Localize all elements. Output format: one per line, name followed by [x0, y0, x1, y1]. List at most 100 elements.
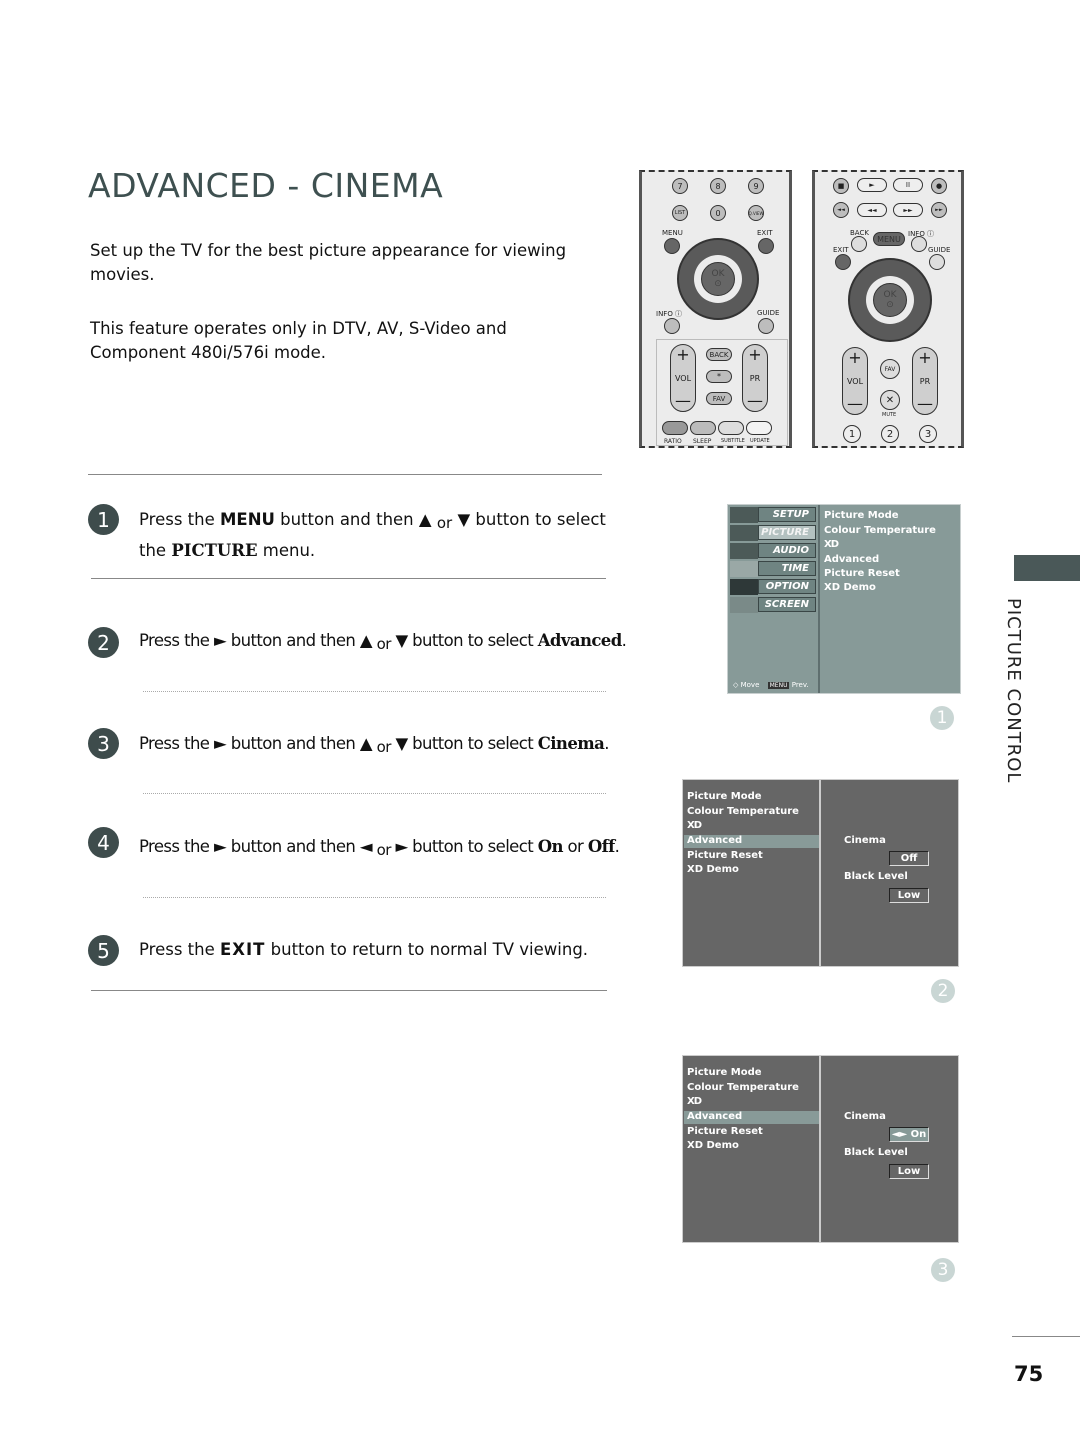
- fav-key: FAV: [880, 359, 900, 379]
- step-1-text: Press the MENU button and then ▲ or ▼ bu…: [139, 504, 606, 536]
- tab-setup[interactable]: SETUP: [730, 507, 817, 523]
- menu-item-xd-demo[interactable]: XD Demo: [824, 582, 876, 593]
- black-level-value[interactable]: Low: [889, 888, 929, 903]
- step-number-2: 2: [88, 627, 119, 658]
- menu-item-picture-mode[interactable]: Picture Mode: [824, 510, 899, 521]
- menu-item-xd[interactable]: XD: [687, 1096, 702, 1107]
- text: .: [614, 837, 620, 856]
- picture-menu-label: PICTURE: [171, 541, 258, 560]
- osd-advanced-menu-on: Picture Mode Colour Temperature XD Advan…: [682, 1055, 820, 1243]
- step-2-text: Press the ► button and then ▲ or ▼ butto…: [139, 625, 627, 657]
- menu-item-xd[interactable]: XD: [687, 820, 702, 831]
- step-1-text-line2: the PICTURE menu.: [139, 535, 315, 566]
- section-label: PICTURE CONTROL: [1003, 598, 1024, 784]
- info-key: [664, 318, 680, 334]
- programme-rocker: + PR —: [742, 344, 768, 412]
- page-number-rule: [1012, 1336, 1080, 1337]
- down-arrow-icon: ▼: [395, 734, 408, 753]
- update-key: [746, 421, 772, 435]
- right-arrow-icon: ►: [214, 631, 227, 650]
- text: or: [376, 738, 392, 756]
- key-7: 7: [672, 178, 688, 194]
- menu-item-picture-mode[interactable]: Picture Mode: [687, 1067, 762, 1078]
- stop-key: ■: [833, 178, 849, 194]
- tab-label: SETUP: [758, 507, 816, 522]
- rewind-key: ◄◄: [857, 203, 887, 217]
- move-hint: ◇ Move: [733, 681, 760, 689]
- cinema-label: Cinema: [537, 734, 605, 753]
- screen-thumbnail-icon: [730, 597, 758, 613]
- menu-item-picture-reset[interactable]: Picture Reset: [687, 1126, 763, 1137]
- menu-item-xd-demo[interactable]: XD Demo: [687, 864, 739, 875]
- back-key: [851, 236, 867, 252]
- step-3-text: Press the ► button and then ▲ or ▼ butto…: [139, 728, 609, 760]
- menu-item-advanced[interactable]: Advanced: [687, 1111, 742, 1122]
- vol-label: VOL: [846, 376, 864, 386]
- ok-key: OK ⊙: [873, 283, 907, 317]
- up-arrow-icon: ▲: [418, 510, 432, 529]
- key-0: 0: [710, 205, 726, 221]
- text: button and then: [226, 631, 360, 650]
- tab-label: TIME: [758, 561, 816, 576]
- minus-icon: —: [917, 394, 933, 413]
- menu-item-xd-demo[interactable]: XD Demo: [687, 1140, 739, 1151]
- subtitle-key: [718, 421, 744, 435]
- option-thumbnail-icon: [730, 579, 758, 595]
- osd-advanced-menu-off: Picture Mode Colour Temperature XD Advan…: [682, 779, 820, 967]
- picture-thumbnail-icon: [730, 525, 758, 541]
- key-3: 3: [919, 425, 937, 443]
- time-thumbnail-icon: [730, 561, 758, 577]
- plus-icon: +: [676, 345, 690, 364]
- mute-icon: ✕: [880, 390, 900, 410]
- osd-advanced-submenu-on: Cinema ◄► On Black Level Low: [820, 1055, 959, 1243]
- star-key: *: [706, 370, 732, 383]
- dotted-divider: [143, 793, 606, 794]
- right-arrow-icon: ►: [395, 837, 408, 856]
- text: or: [436, 514, 453, 532]
- right-arrow-icon: ►: [214, 837, 227, 856]
- cinema-value[interactable]: ◄► On: [889, 1127, 929, 1142]
- menu-item-picture-reset[interactable]: Picture Reset: [824, 568, 900, 579]
- menu-item-picture-mode[interactable]: Picture Mode: [687, 791, 762, 802]
- ok-label: OK: [711, 269, 725, 279]
- tab-time[interactable]: TIME: [730, 561, 817, 577]
- step-5-text: Press the EXIT button to return to norma…: [139, 934, 588, 965]
- exit-label: EXIT: [833, 246, 849, 254]
- plus-icon: +: [748, 345, 762, 364]
- menu-key-badge: MENU: [767, 682, 790, 689]
- skip-forward-key: ►►: [931, 202, 947, 218]
- text: button to select: [470, 510, 606, 529]
- menu-item-advanced[interactable]: Advanced: [824, 554, 879, 565]
- osd-menu-tabs: SETUP PICTURE AUDIO TIME OPTION SCREEN ◇…: [728, 505, 820, 693]
- menu-item-colour-temperature[interactable]: Colour Temperature: [687, 806, 799, 817]
- tab-option[interactable]: OPTION: [730, 579, 817, 595]
- menu-item-colour-temperature[interactable]: Colour Temperature: [687, 1082, 799, 1093]
- text: .: [604, 734, 609, 753]
- dotted-divider: [143, 897, 606, 898]
- tab-screen[interactable]: SCREEN: [730, 597, 817, 613]
- exit-label: EXIT: [757, 229, 773, 237]
- subtitle-label: SUBTITLE: [721, 438, 745, 444]
- black-level-value[interactable]: Low: [889, 1164, 929, 1179]
- figure-number-2: 2: [931, 979, 955, 1003]
- menu-item-picture-reset[interactable]: Picture Reset: [687, 850, 763, 861]
- pr-label: PR: [749, 373, 761, 383]
- guide-key: [758, 318, 774, 334]
- tab-label: AUDIO: [758, 543, 816, 558]
- text: button to select: [407, 837, 538, 856]
- tab-label: SCREEN: [758, 597, 816, 612]
- tab-audio[interactable]: AUDIO: [730, 543, 817, 559]
- volume-rocker: + VOL —: [670, 344, 696, 412]
- tab-picture[interactable]: PICTURE: [730, 525, 817, 541]
- text: Press the: [139, 734, 214, 753]
- minus-icon: —: [847, 394, 863, 413]
- menu-item-colour-temperature[interactable]: Colour Temperature: [824, 525, 936, 536]
- key-1: 1: [843, 425, 861, 443]
- menu-item-xd[interactable]: XD: [824, 539, 839, 550]
- exit-key-label: EXIT: [220, 940, 266, 959]
- up-arrow-icon: ▲: [359, 734, 373, 753]
- cinema-label: Cinema: [844, 1111, 886, 1122]
- menu-item-advanced[interactable]: Advanced: [687, 835, 742, 846]
- cinema-value[interactable]: Off: [889, 851, 929, 866]
- text: Press the: [139, 510, 220, 529]
